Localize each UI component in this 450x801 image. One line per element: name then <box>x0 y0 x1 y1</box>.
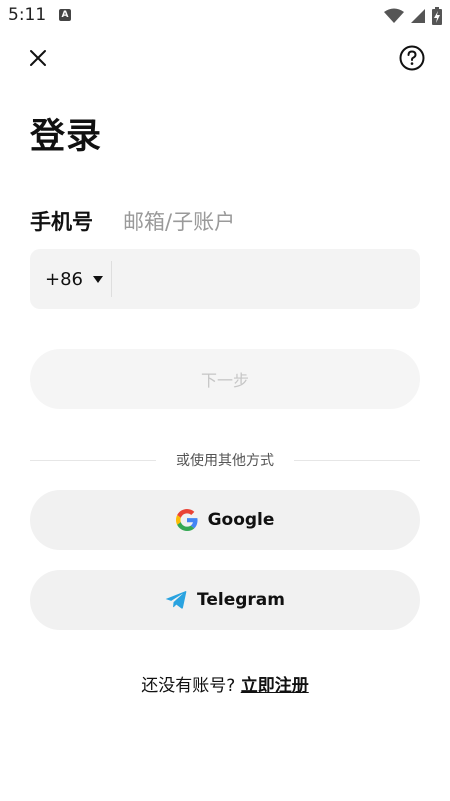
phone-number-input[interactable] <box>112 248 420 310</box>
app-notification-icon: A <box>59 9 71 21</box>
country-code-selector[interactable]: +86 <box>30 261 111 297</box>
status-bar: 5:11 A <box>0 0 450 32</box>
wifi-icon <box>384 8 404 23</box>
close-button[interactable] <box>24 44 52 72</box>
google-login-label: Google <box>207 510 275 530</box>
divider-line <box>30 459 156 461</box>
country-code-value: +86 <box>45 268 83 290</box>
tab-phone[interactable]: 手机号 <box>30 206 93 236</box>
google-icon <box>175 509 198 531</box>
phone-field: +86 <box>30 248 420 310</box>
battery-charging-icon <box>432 7 442 25</box>
caret-down-icon <box>93 275 103 283</box>
help-button[interactable] <box>398 44 426 72</box>
google-login-button[interactable]: Google <box>30 490 420 550</box>
register-row: 还没有账号? 立即注册 <box>0 671 450 696</box>
register-prompt: 还没有账号? <box>141 676 236 696</box>
telegram-login-button[interactable]: Telegram <box>30 570 420 630</box>
help-circle-icon <box>399 45 425 71</box>
login-method-tabs: 手机号 邮箱/子账户 <box>30 206 235 236</box>
alternative-login-divider: 或使用其他方式 <box>30 449 420 471</box>
cell-signal-icon <box>411 9 425 23</box>
page-title: 登录 <box>30 117 103 157</box>
alternative-login-text: 或使用其他方式 <box>176 453 274 469</box>
telegram-icon <box>165 591 187 609</box>
status-icons <box>384 6 442 26</box>
tab-email-subaccount[interactable]: 邮箱/子账户 <box>123 206 235 236</box>
divider-line <box>294 459 420 461</box>
register-link[interactable]: 立即注册 <box>241 676 309 696</box>
next-button[interactable]: 下一步 <box>30 349 420 409</box>
close-icon <box>30 50 46 66</box>
telegram-login-label: Telegram <box>197 590 285 610</box>
status-time: 5:11 <box>8 5 47 25</box>
